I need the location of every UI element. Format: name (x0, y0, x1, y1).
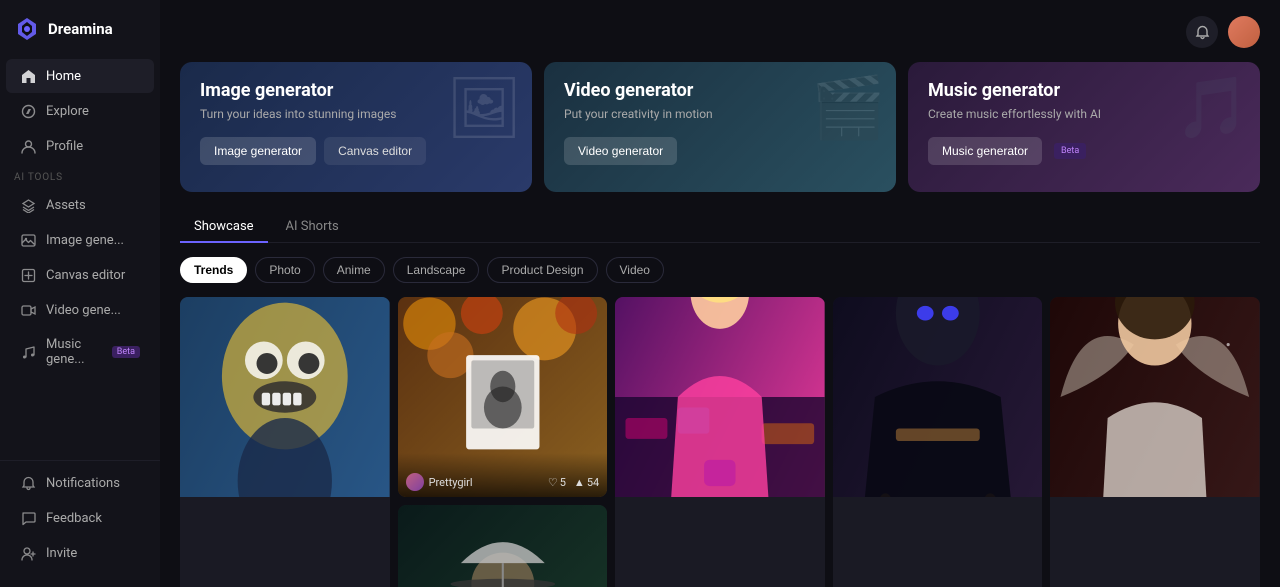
gallery-likes-2: ♡ 5 (548, 476, 566, 489)
compass-icon (20, 103, 36, 119)
music-generator-card[interactable]: 🎵 Music generator Create music effortles… (908, 62, 1260, 192)
gallery-saves-2: ▲ 54 (574, 476, 599, 489)
music-icon (20, 344, 36, 360)
gallery-username-2: Prettygirl (429, 476, 473, 489)
user-icon (20, 138, 36, 154)
avatar[interactable] (1228, 16, 1260, 48)
card-video-subtitle: Put your creativity in motion (564, 107, 876, 121)
logo[interactable]: Dreamina (0, 12, 160, 58)
sidebar-item-notifications[interactable]: Notifications (6, 466, 154, 500)
video-generator-button[interactable]: Video generator (564, 137, 677, 165)
gallery-user-2: Prettygirl (406, 473, 473, 491)
beta-badge: Beta (112, 346, 140, 358)
home-icon (20, 68, 36, 84)
notifications-button[interactable] (1186, 16, 1218, 48)
tab-showcase[interactable]: Showcase (180, 212, 268, 243)
user-plus-icon (20, 545, 36, 561)
canvas-editor-button[interactable]: Canvas editor (324, 137, 426, 165)
card-music-subtitle: Create music effortlessly with AI (928, 107, 1240, 121)
image-icon (20, 232, 36, 248)
gallery-avatar-2 (406, 473, 424, 491)
sidebar-item-explore[interactable]: Explore (6, 94, 154, 128)
filter-row: Trends Photo Anime Landscape Product Des… (180, 257, 1260, 283)
tabs-row: Showcase AI Shorts (180, 212, 1260, 243)
card-music-buttons: Music generator Beta (928, 137, 1240, 165)
sidebar-item-canvas[interactable]: Canvas editor (6, 258, 154, 292)
sidebar-item-video-gen[interactable]: Video gene... (6, 293, 154, 327)
filter-video[interactable]: Video (606, 257, 664, 283)
sidebar-item-music-gen[interactable]: Music gene... Beta (6, 328, 154, 376)
sidebar-item-home[interactable]: Home (6, 59, 154, 93)
video-generator-card[interactable]: 🎬 Video generator Put your creativity in… (544, 62, 896, 192)
filter-landscape[interactable]: Landscape (393, 257, 480, 283)
message-icon (20, 510, 36, 526)
sidebar-item-invite[interactable]: Invite (6, 536, 154, 570)
tab-ai-shorts[interactable]: AI Shorts (272, 212, 353, 243)
filter-product-design[interactable]: Product Design (487, 257, 597, 283)
sidebar-bottom: Notifications Feedback Invite (0, 460, 160, 575)
sidebar: Dreamina Home Explore (0, 0, 160, 587)
filter-photo[interactable]: Photo (255, 257, 314, 283)
gallery-item-1[interactable]: dira ♡ 24 ▲ 184 (180, 297, 390, 587)
video-icon (20, 302, 36, 318)
gallery-item-5[interactable]: Poppy ♡ 46 ▲ 447 (1050, 297, 1260, 587)
card-video-buttons: Video generator (564, 137, 876, 165)
card-image-buttons: Image generator Canvas editor (200, 137, 512, 165)
filter-trends[interactable]: Trends (180, 257, 247, 283)
nav-main: Home Explore Profile AI tools (0, 58, 160, 460)
sidebar-item-profile[interactable]: Profile (6, 129, 154, 163)
cards-row: 🖼 Image generator Turn your ideas into s… (180, 62, 1260, 192)
filter-anime[interactable]: Anime (323, 257, 385, 283)
image-generator-card[interactable]: 🖼 Image generator Turn your ideas into s… (180, 62, 532, 192)
gallery-item-2[interactable]: Prettygirl ♡ 5 ▲ 54 (398, 297, 608, 497)
sidebar-item-assets[interactable]: Assets (6, 188, 154, 222)
image-generator-button[interactable]: Image generator (200, 137, 316, 165)
sidebar-item-feedback[interactable]: Feedback (6, 501, 154, 535)
card-music-title: Music generator (928, 80, 1240, 101)
music-generator-button[interactable]: Music generator (928, 137, 1042, 165)
music-beta-badge: Beta (1054, 143, 1086, 159)
card-image-title: Image generator (200, 80, 512, 101)
card-video-title: Video generator (564, 80, 876, 101)
header (180, 16, 1260, 48)
main-content: 🖼 Image generator Turn your ideas into s… (160, 0, 1280, 587)
gallery-item-6[interactable] (398, 505, 608, 587)
bell-icon (20, 475, 36, 491)
gallery-stats-2: ♡ 5 ▲ 54 (548, 476, 599, 489)
gallery-item-3[interactable] (615, 297, 825, 587)
layers-icon (20, 197, 36, 213)
sidebar-item-image-gen[interactable]: Image gene... (6, 223, 154, 257)
ai-tools-label: AI tools (0, 164, 160, 187)
gallery: dira ♡ 24 ▲ 184 (180, 297, 1260, 587)
app-name: Dreamina (48, 20, 113, 38)
gallery-footer-2: Prettygirl ♡ 5 ▲ 54 (398, 453, 608, 497)
card-image-subtitle: Turn your ideas into stunning images (200, 107, 512, 121)
canvas-icon (20, 267, 36, 283)
gallery-item-4[interactable] (833, 297, 1043, 587)
